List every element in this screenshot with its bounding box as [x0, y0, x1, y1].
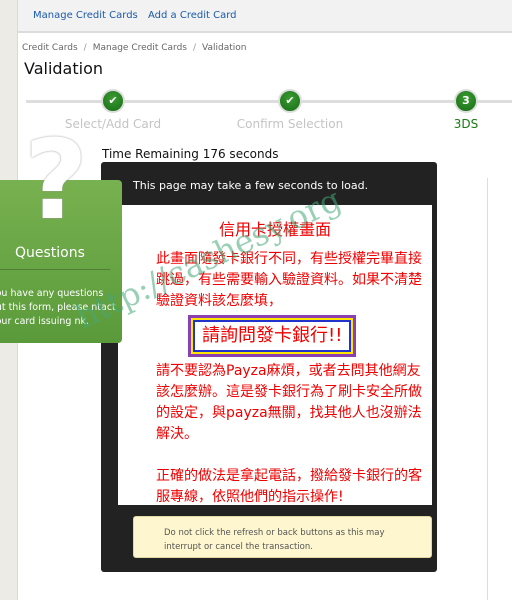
- check-icon: ✔: [101, 89, 125, 113]
- time-remaining: Time Remaining 176 seconds: [102, 147, 279, 161]
- breadcrumb-validation: Validation: [202, 43, 247, 53]
- step-3-number: 3: [454, 89, 478, 113]
- breadcrumb-separator: /: [83, 43, 87, 53]
- highlight-box: 請詢問發卡銀行!!: [188, 315, 357, 357]
- bank-frame-heading: 信用卡授權畫面: [218, 220, 331, 239]
- bank-frame-para3: 正確的做法是拿起電話，撥給發卡銀行的客服專線，依照他們的指示操作!: [156, 468, 422, 505]
- load-message: This page may take a few seconds to load…: [133, 179, 369, 192]
- bank-frame-para1: 此畫面隨發卡銀行不同，有些授權完畢直接跳過，有些需要輸入驗證資料。如果不清楚驗證…: [156, 251, 422, 309]
- breadcrumb-credit-cards[interactable]: Credit Cards: [22, 43, 78, 53]
- divider: [0, 269, 110, 270]
- breadcrumb: Credit Cards / Manage Credit Cards / Validat…: [22, 43, 247, 53]
- divider: [487, 178, 488, 600]
- nav-add-credit-card[interactable]: Add a Credit Card: [148, 10, 237, 21]
- step-label-confirm-selection: Confirm Selection: [236, 117, 344, 131]
- nav-manage-credit-cards[interactable]: Manage Credit Cards: [33, 10, 138, 21]
- warning-note: Do not click the refresh or back buttons…: [133, 516, 432, 558]
- bank-auth-frame: 信用卡授權畫面 此畫面隨發卡銀行不同，有些授權完畢直接跳過，有些需要輸入驗證資料…: [118, 205, 432, 505]
- questions-title: Questions: [15, 245, 85, 261]
- step-progress-line: [26, 100, 512, 103]
- breadcrumb-manage-credit-cards[interactable]: Manage Credit Cards: [93, 43, 187, 53]
- page-title: Validation: [24, 59, 104, 78]
- question-mark-icon: ?: [24, 116, 88, 244]
- questions-text: you have any questions out this form, pl…: [0, 288, 116, 327]
- bank-frame-para2: 請不要認為Payza麻煩，或者去問其他網友該怎麼辦。這是發卡銀行為了刷卡安全所做…: [156, 363, 422, 442]
- highlight-text: 請詢問發卡銀行!!: [193, 320, 352, 352]
- step-label-3ds: 3DS: [453, 117, 479, 131]
- check-icon: ✔: [278, 89, 302, 113]
- breadcrumb-separator: /: [193, 43, 197, 53]
- top-nav: Manage Credit Cards Add a Credit Card: [18, 0, 512, 33]
